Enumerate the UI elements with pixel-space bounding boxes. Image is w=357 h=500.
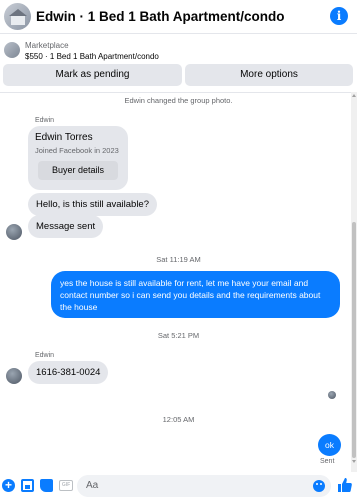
- info-icon[interactable]: i: [330, 7, 348, 25]
- listing-avatar[interactable]: [4, 3, 31, 30]
- outgoing-message[interactable]: yes the house is still available for ren…: [51, 271, 340, 318]
- more-options-button[interactable]: More options: [185, 64, 353, 86]
- timestamp: Sat 11:19 AM: [156, 255, 201, 264]
- chat-header: Edwin · 1 Bed 1 Bath Apartment/condo i: [0, 0, 357, 34]
- incoming-message[interactable]: Hello, is this still available?: [28, 193, 157, 216]
- sender-name: Edwin: [35, 352, 55, 359]
- incoming-message[interactable]: Message sent: [28, 215, 104, 238]
- sender-avatar[interactable]: [6, 224, 22, 240]
- buyer-profile-card: Edwin Torres Joined Facebook in 2023 Buy…: [28, 126, 128, 190]
- message-placeholder: Aa: [86, 480, 99, 491]
- scrollbar-thumb[interactable]: [352, 222, 356, 458]
- message-list[interactable]: Edwin changed the group photo. Edwin Edw…: [0, 92, 357, 472]
- emoji-icon[interactable]: [313, 480, 325, 492]
- message-input[interactable]: Aa: [77, 475, 331, 497]
- scroll-up-icon[interactable]: [352, 94, 356, 97]
- incoming-message[interactable]: 1616-381-0024: [28, 361, 109, 384]
- buyer-name: Edwin Torres: [35, 132, 93, 143]
- sender-name: Edwin: [35, 117, 55, 124]
- sticker-icon[interactable]: [40, 479, 53, 492]
- system-message: Edwin changed the group photo.: [124, 96, 233, 105]
- like-icon[interactable]: [338, 477, 352, 493]
- buyer-details-button[interactable]: Buyer details: [38, 161, 118, 180]
- mark-as-pending-button[interactable]: Mark as pending: [3, 64, 182, 86]
- marketplace-label: Marketplace: [25, 41, 69, 50]
- listing-summary[interactable]: $550 · 1 Bed 1 Bath Apartment/condo: [25, 52, 159, 61]
- buyer-joined: Joined Facebook in 2023: [35, 146, 119, 155]
- scroll-down-icon[interactable]: [352, 460, 356, 463]
- timestamp: 12:05 AM: [162, 415, 195, 424]
- sender-avatar[interactable]: [6, 368, 22, 384]
- gif-icon[interactable]: GIF: [59, 480, 73, 491]
- chat-title[interactable]: Edwin · 1 Bed 1 Bath Apartment/condo: [36, 9, 285, 24]
- seen-avatar: [328, 391, 336, 399]
- timestamp: Sat 5:21 PM: [157, 331, 200, 340]
- photo-icon[interactable]: [21, 479, 34, 492]
- outgoing-message[interactable]: ok: [318, 434, 341, 456]
- listing-thumbnail[interactable]: [4, 42, 20, 58]
- message-composer: + GIF Aa: [0, 472, 357, 500]
- message-status: Sent: [320, 458, 335, 465]
- plus-icon[interactable]: +: [2, 479, 15, 492]
